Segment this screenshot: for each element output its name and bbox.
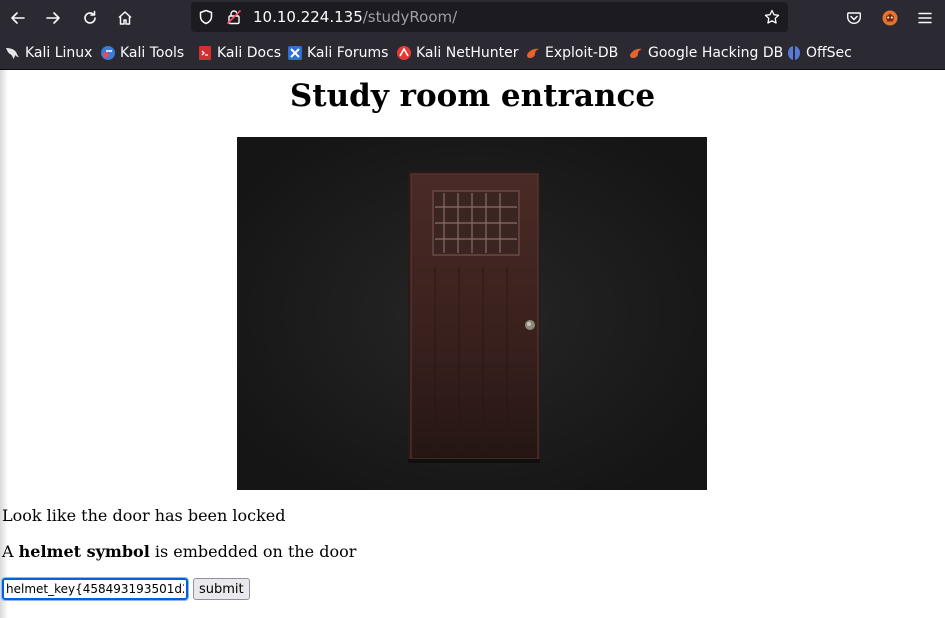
bookmark-kali-nethunter[interactable]: Kali NetHunter [396, 44, 518, 62]
door-image [237, 137, 707, 490]
home-icon[interactable] [112, 5, 138, 31]
bookmark-offsec[interactable]: OffSec [786, 44, 852, 62]
url-text[interactable]: 10.10.224.135/studyRoom/ [253, 8, 457, 26]
bookmark-label: Exploit-DB [545, 45, 619, 61]
exploit-db-icon [525, 45, 541, 61]
reload-icon[interactable] [77, 5, 103, 31]
bookmark-label: Kali Tools [120, 45, 185, 61]
ghdb-icon [628, 45, 644, 61]
bookmark-label: Kali Docs [217, 45, 282, 61]
tracking-protection-shield-icon[interactable] [198, 9, 214, 29]
locked-message: Look like the door has been locked [2, 506, 286, 525]
browser-chrome: 10.10.224.135/studyRoom/ Kali Linux Kali… [0, 0, 945, 70]
helmet-symbol-emphasis: helmet symbol [18, 542, 150, 561]
offsec-icon [786, 45, 802, 61]
insecure-lock-icon[interactable] [226, 9, 242, 29]
bookmark-kali-docs[interactable]: Kali Docs [197, 44, 281, 62]
pocket-icon[interactable] [841, 5, 867, 31]
bookmark-star-icon[interactable] [764, 9, 780, 29]
url-bar[interactable]: 10.10.224.135/studyRoom/ [191, 2, 788, 32]
kali-dragon-icon [5, 45, 21, 61]
kali-docs-icon [197, 45, 213, 61]
bookmark-label: Kali Forums [307, 45, 389, 61]
forward-arrow-icon[interactable] [40, 5, 66, 31]
bookmark-kali-linux[interactable]: Kali Linux [5, 44, 92, 62]
bookmark-kali-forums[interactable]: Kali Forums [287, 44, 388, 62]
submit-button[interactable]: submit [193, 578, 250, 600]
url-path: /studyRoom/ [362, 8, 458, 26]
kali-forums-icon [287, 45, 303, 61]
key-input[interactable] [1, 577, 189, 601]
navigation-toolbar: 10.10.224.135/studyRoom/ [0, 0, 945, 36]
url-host: 10.10.224.135 [253, 8, 363, 26]
bookmark-google-hacking-db[interactable]: Google Hacking DB [628, 44, 783, 62]
helmet-symbol-message: A helmet symbol is embedded on the door [2, 542, 356, 561]
message-suffix: is embedded on the door [149, 542, 357, 561]
page-edge-shadow [0, 70, 8, 618]
nethunter-icon [396, 45, 412, 61]
back-arrow-icon[interactable] [5, 5, 31, 31]
bookmark-exploit-db[interactable]: Exploit-DB [525, 44, 618, 62]
bookmark-label: Kali Linux [25, 45, 93, 61]
hamburger-menu-icon[interactable] [912, 5, 938, 31]
page-title: Study room entrance [289, 78, 656, 114]
bookmark-label: Google Hacking DB [648, 45, 784, 61]
message-prefix: A [2, 542, 19, 561]
bookmarks-toolbar: Kali Linux Kali Tools Kali Docs Kali For… [0, 36, 945, 70]
bookmark-label: OffSec [806, 45, 852, 61]
kali-tools-icon [100, 45, 116, 61]
extension-icon[interactable] [877, 5, 903, 31]
bookmark-label: Kali NetHunter [416, 45, 519, 61]
page-content: Study room entrance Look like the door h… [0, 70, 945, 618]
bookmark-kali-tools[interactable]: Kali Tools [100, 44, 184, 62]
